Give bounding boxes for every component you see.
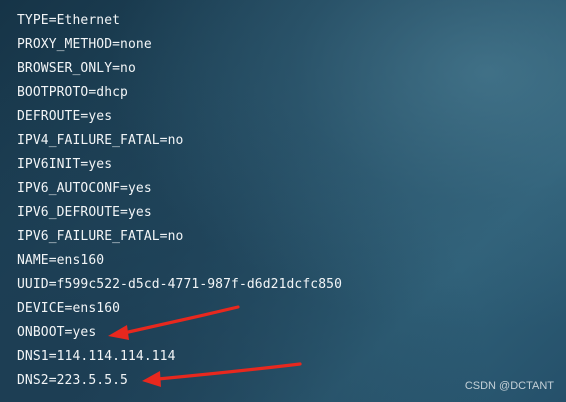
config-line-ipv6-autoconf: IPV6_AUTOCONF=yes [17,181,152,196]
config-file-content: TYPE=Ethernet PROXY_METHOD=none BROWSER_… [17,9,342,393]
config-line-name: NAME=ens160 [17,253,105,268]
config-line-type: TYPE=Ethernet [17,13,121,28]
config-line-dns1: DNS1=114.114.114.114 [17,349,176,364]
watermark: CSDN @DCTANT [464,380,554,392]
config-line-device: DEVICE=ens160 [17,301,121,316]
config-line-dns2: DNS2=223.5.5.5 [17,373,128,388]
config-line-ipv6init: IPV6INIT=yes [17,157,113,172]
config-line-browser-only: BROWSER_ONLY=no [17,61,136,76]
config-line-ipv4-failure-fatal: IPV4_FAILURE_FATAL=no [17,133,184,148]
config-line-proxy-method: PROXY_METHOD=none [17,37,152,52]
config-line-onboot: ONBOOT=yes [17,325,97,340]
config-line-ipv6-failure-fatal: IPV6_FAILURE_FATAL=no [17,229,184,244]
config-line-uuid: UUID=f599c522-d5cd-4771-987f-d6d21dcfc85… [17,277,342,292]
config-line-ipv6-defroute: IPV6_DEFROUTE=yes [17,205,152,220]
config-line-bootproto: BOOTPROTO=dhcp [17,85,128,100]
config-line-defroute: DEFROUTE=yes [17,109,113,124]
terminal-window: TYPE=Ethernet PROXY_METHOD=none BROWSER_… [0,0,566,402]
